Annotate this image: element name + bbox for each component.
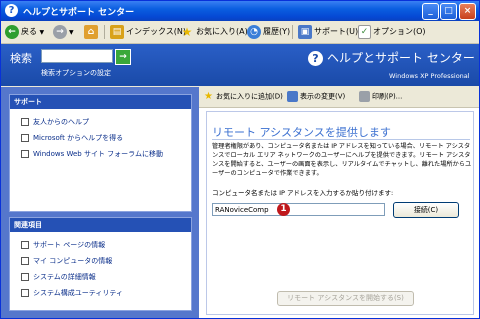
start-assistance-button[interactable]: リモート アシスタンスを開始する(S)	[277, 291, 414, 306]
back-label: 戻る	[21, 27, 37, 36]
help-window: ? ヘルプとサポート センター _ □ × ← 戻る ▼ → ▼ ⌂ ▤ インデックス…	[0, 0, 480, 319]
index-label: インデックス(N)	[126, 27, 186, 36]
print-label: 印刷(P)...	[372, 92, 403, 101]
support-icon: ▣	[298, 24, 312, 39]
home-button[interactable]: ⌂	[84, 24, 100, 40]
favorites-label: お気に入り(A)	[196, 27, 248, 36]
callout-badge: 1	[277, 203, 290, 216]
print-button[interactable]: 印刷(P)...	[359, 91, 402, 102]
change-view-button[interactable]: 表示の変更(V)	[287, 91, 345, 102]
chevron-down-icon: ▼	[69, 29, 74, 36]
support-button[interactable]: ▣ サポート(U)	[298, 24, 358, 40]
search-input[interactable]	[41, 49, 113, 63]
help-logo-icon: ?	[308, 51, 323, 66]
star-icon: ★	[204, 91, 213, 102]
maximize-button[interactable]: □	[440, 3, 457, 20]
printer-icon	[359, 91, 370, 102]
sidebar-item-my-computer-info[interactable]: マイ コンピュータの情報	[21, 256, 112, 266]
forward-button[interactable]: → ▼	[53, 24, 74, 40]
search-go-button[interactable]: →	[115, 49, 131, 65]
support-panel: サポート 友人からのヘルプ Microsoft からヘルプを得る Windows…	[9, 94, 192, 212]
title-divider	[212, 139, 470, 140]
help-icon: ?	[5, 4, 18, 17]
page-title: リモート アシスタンスを提供します	[212, 126, 391, 139]
support-panel-heading: サポート	[10, 95, 191, 109]
search-label: 検索	[10, 52, 32, 65]
add-favorite-button[interactable]: ★ お気に入りに追加(D)	[203, 91, 283, 102]
app-title-text: ヘルプとサポート センター	[327, 51, 475, 65]
toolbar-separator	[104, 25, 105, 39]
favorites-button[interactable]: ★ お気に入り(A)	[180, 24, 248, 40]
sidebar-item-system-details[interactable]: システムの詳細情報	[21, 272, 96, 282]
history-button[interactable]: ◔ 履歴(Y)	[247, 24, 290, 40]
app-title: ? ヘルプとサポート センター	[308, 49, 475, 66]
back-button[interactable]: ← 戻る ▼	[5, 24, 44, 40]
app-subtitle: Windows XP Professional	[389, 72, 470, 80]
forward-arrow-icon: →	[53, 24, 67, 39]
title-bar[interactable]: ? ヘルプとサポート センター _ □ ×	[1, 1, 479, 21]
sidebar-item-system-config[interactable]: システム構成ユーティリティ	[21, 288, 123, 298]
change-view-label: 表示の変更(V)	[300, 92, 346, 101]
related-panel-heading: 関連項目	[10, 218, 191, 232]
history-icon: ◔	[247, 24, 261, 39]
sidebar-item-microsoft-help[interactable]: Microsoft からヘルプを得る	[21, 133, 123, 143]
checklist-icon: ✓	[358, 24, 371, 39]
search-options-link[interactable]: 検索オプションの設定	[41, 68, 111, 78]
close-button[interactable]: ×	[459, 3, 476, 20]
related-panel: 関連項目 サポート ページの情報 マイ コンピュータの情報 システムの詳細情報 …	[9, 217, 192, 311]
support-label: サポート(U)	[314, 27, 359, 36]
description-text: 管理者権限があり、コンピュータ名または IP アドレスを知っている場合、リモート…	[212, 143, 472, 177]
back-arrow-icon: ←	[5, 24, 19, 39]
main-toolbar: ← 戻る ▼ → ▼ ⌂ ▤ インデックス(N) ★ お気に入り(A) ◔ 履歴(Y) ▣…	[1, 21, 479, 44]
options-label: オプション(O)	[373, 27, 426, 36]
computer-name-prompt: コンピュータ名または IP アドレスを入力するか貼り付けます:	[212, 189, 394, 197]
window-title: ヘルプとサポート センター	[23, 8, 135, 18]
star-icon: ★	[181, 24, 193, 39]
add-favorite-label: お気に入りに追加(D)	[216, 92, 283, 101]
computer-name-input[interactable]: RANoviceComp	[212, 203, 385, 216]
index-button[interactable]: ▤ インデックス(N)	[110, 24, 186, 40]
options-button[interactable]: ✓ オプション(O)	[358, 24, 426, 40]
history-label: 履歴(Y)	[263, 27, 291, 36]
search-header: 検索 → 検索オプションの設定 ? ヘルプとサポート センター Windows X…	[1, 44, 479, 86]
home-icon: ⌂	[84, 24, 98, 39]
connect-button[interactable]: 接続(C)	[393, 202, 459, 218]
book-icon: ▤	[110, 24, 124, 39]
sidebar-item-support-page-info[interactable]: サポート ページの情報	[21, 240, 105, 250]
left-pane: サポート 友人からのヘルプ Microsoft からヘルプを得る Windows…	[1, 87, 199, 318]
toolbar-separator	[292, 25, 293, 39]
content-toolbar: ★ お気に入りに追加(D) 表示の変更(V) 印刷(P)...	[199, 87, 479, 108]
view-icon	[287, 91, 298, 102]
minimize-button[interactable]: _	[422, 3, 439, 20]
sidebar-item-friend-help[interactable]: 友人からのヘルプ	[21, 117, 89, 127]
content-pane: ★ お気に入りに追加(D) 表示の変更(V) 印刷(P)... リモート アシスタ…	[199, 87, 479, 318]
chevron-down-icon: ▼	[39, 29, 45, 36]
sidebar-item-web-forum[interactable]: Windows Web サイト フォーラムに移動	[21, 149, 163, 159]
